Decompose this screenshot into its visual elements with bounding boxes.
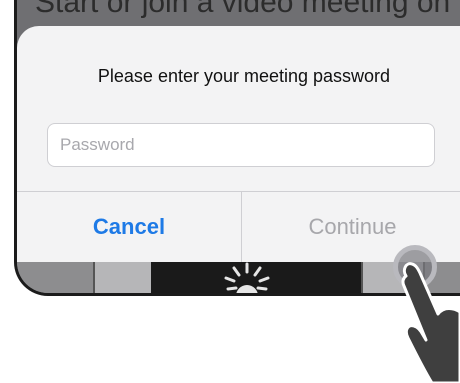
dialog-title: Please enter your meeting password xyxy=(97,66,391,86)
phone-screen: Start or join a video meeting on the Ple… xyxy=(14,0,460,296)
cancel-button[interactable]: Cancel xyxy=(17,191,241,262)
video-tile-left xyxy=(93,262,153,293)
hand-pointer-icon xyxy=(401,262,460,383)
loading-spinner-icon xyxy=(224,262,270,293)
background-headline: Start or join a video meeting on the xyxy=(35,0,460,19)
password-dialog: Please enter your meeting password Passw… xyxy=(17,26,460,262)
password-input[interactable]: Password xyxy=(47,123,435,167)
